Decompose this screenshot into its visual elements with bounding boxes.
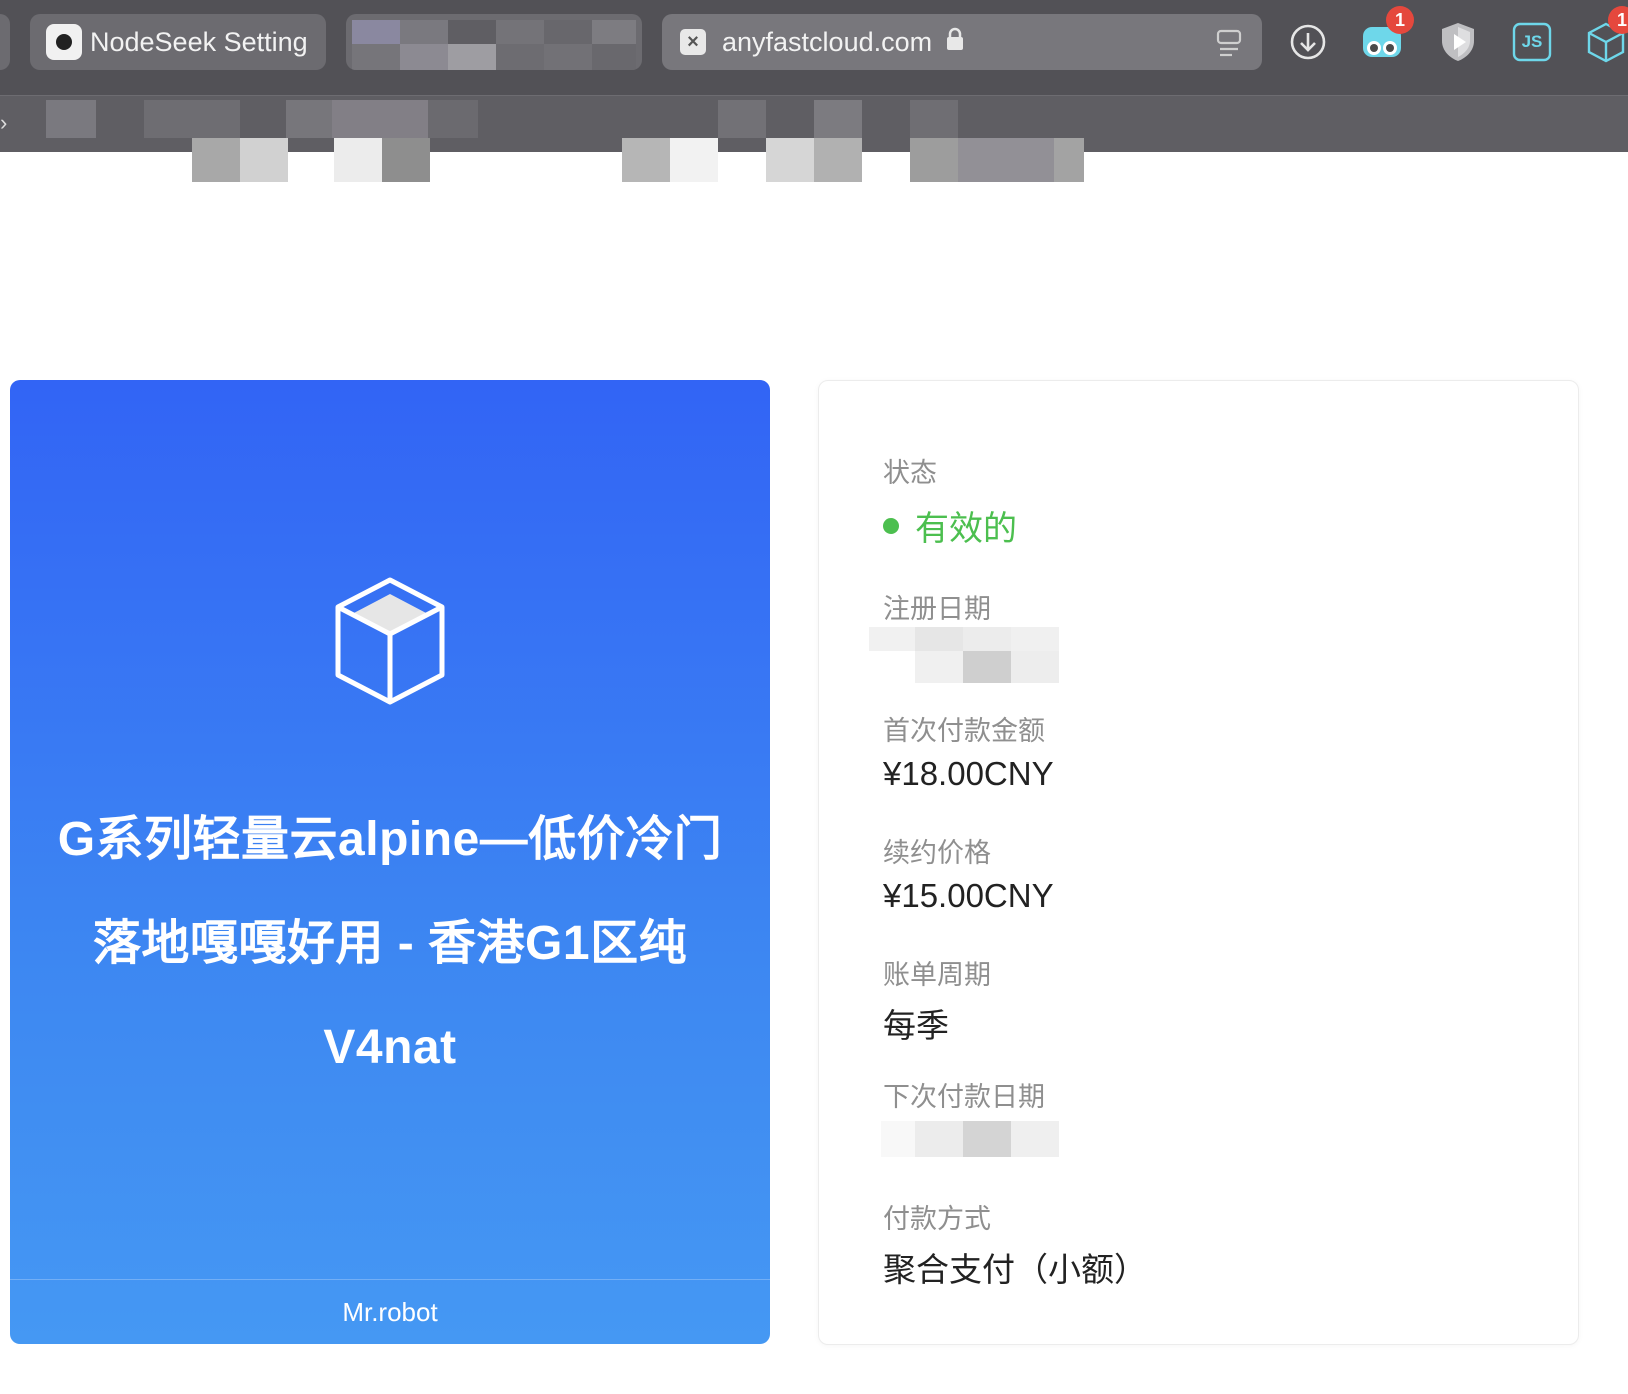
register-date-label: 注册日期 xyxy=(883,594,991,624)
product-owner: Mr.robot xyxy=(342,1296,438,1327)
tab-edge[interactable] xyxy=(0,14,10,70)
shield-play-extension-icon[interactable] xyxy=(1436,20,1480,64)
tab-redacted[interactable] xyxy=(346,14,642,70)
reader-mode-icon[interactable] xyxy=(1216,28,1242,65)
tab-bar: NodeSeek Setting × anyfastcloud.com 1 JS… xyxy=(0,0,1628,95)
status-dot-icon xyxy=(883,517,899,534)
status-label: 状态 xyxy=(883,458,937,488)
payment-method-value: 聚合支付（小额） xyxy=(883,1251,1147,1288)
nodeseek-favicon-icon xyxy=(46,24,82,60)
js-extension-label: JS xyxy=(1521,32,1543,51)
billing-cycle-value: 每季 xyxy=(883,1007,949,1044)
address-url: anyfastcloud.com xyxy=(722,26,933,57)
tab-label: NodeSeek Setting xyxy=(90,26,308,57)
product-card: G系列轻量云alpine—低价冷门落地嘎嘎好用 - 香港G1区纯V4nat Mr… xyxy=(10,380,770,1344)
product-title: G系列轻量云alpine—低价冷门落地嘎嘎好用 - 香港G1区纯V4nat xyxy=(57,813,723,1074)
cube-icon xyxy=(335,577,445,705)
address-bar[interactable]: × anyfastcloud.com xyxy=(662,14,1262,70)
product-card-footer: Mr.robot xyxy=(10,1279,770,1344)
status-value: 有效的 xyxy=(883,501,1017,550)
first-payment-value: ¥18.00CNY xyxy=(883,755,1054,792)
lock-icon xyxy=(946,27,964,58)
cube-extension-badge: 1 xyxy=(1608,6,1628,34)
cube-extension-icon[interactable]: 1 xyxy=(1584,6,1628,64)
next-due-date-label: 下次付款日期 xyxy=(883,1082,1045,1112)
ghostery-extension-icon[interactable]: 1 xyxy=(1360,6,1414,64)
download-icon[interactable] xyxy=(1286,20,1330,64)
billing-cycle-label: 账单周期 xyxy=(883,960,991,990)
status-text: 有效的 xyxy=(915,510,1017,548)
first-payment-label: 首次付款金额 xyxy=(883,716,1045,746)
renewal-price-value: ¥15.00CNY xyxy=(883,877,1054,914)
bookmarks-overflow-chevron-icon[interactable]: › xyxy=(0,110,7,136)
payment-method-label: 付款方式 xyxy=(883,1204,991,1234)
ghostery-badge: 1 xyxy=(1386,6,1414,34)
js-extension-icon[interactable]: JS xyxy=(1510,20,1554,64)
renewal-price-label: 续约价格 xyxy=(883,838,991,868)
service-details-card: 状态 有效的 注册日期 首次付款金额 ¥18.00CNY 续约价格 ¥15.00… xyxy=(818,380,1579,1345)
close-tab-icon[interactable]: × xyxy=(680,29,706,55)
tab-nodeseek-setting[interactable]: NodeSeek Setting xyxy=(30,14,326,70)
